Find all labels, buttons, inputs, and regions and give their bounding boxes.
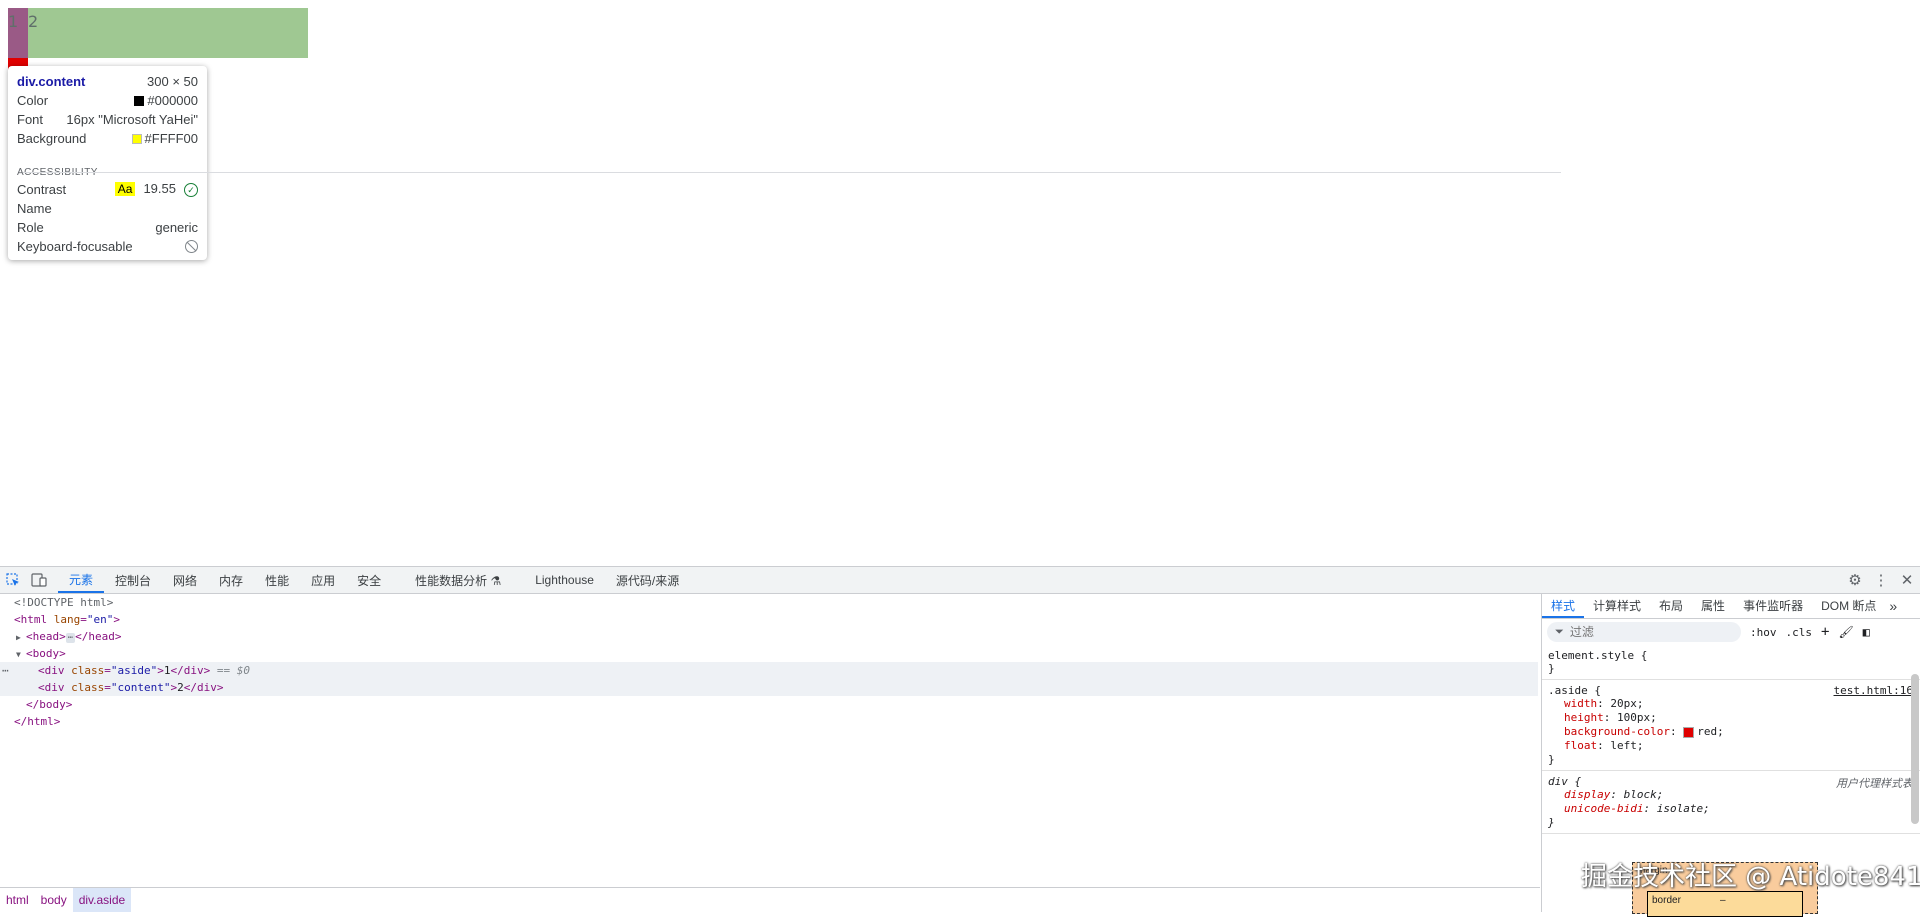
devtools-toolbar: 元素 控制台 网络 内存 性能 应用 安全 性能数据分析 ⚗ Lighthous… [0, 567, 1920, 594]
tab-console[interactable]: 控制台 [104, 567, 162, 593]
tooltip-contrast-value: 19.55 [143, 181, 176, 196]
tooltip-section-accessibility: ACCESSIBILITY [17, 166, 1561, 178]
tab-event-listeners[interactable]: 事件监听器 [1734, 594, 1812, 618]
class-toggle[interactable]: .cls [1786, 626, 1813, 639]
paint-brush-icon[interactable]: 🖌 [1838, 625, 1853, 639]
device-toolbar-icon[interactable] [26, 567, 52, 593]
tab-styles[interactable]: 样式 [1542, 594, 1585, 618]
box-model-border: border – [1647, 891, 1803, 917]
dom-aside-row[interactable]: ⋯ <div class="aside">1</div> == $0 [0, 662, 1538, 679]
elements-dom-tree: <!DOCTYPE html> <html lang="en"> ▶ <head>… [0, 594, 1540, 884]
tooltip-size: 300 × 50 [147, 73, 198, 89]
div-ua-style-rule[interactable]: div { 用户代理样式表 display: block; unicode-bi… [1542, 771, 1920, 834]
page-viewport: 1 2 div.content 300 × 50 Color #000000 F… [0, 0, 1920, 566]
css-prop-unicode-bidi: unicode-bidi: isolate; [1564, 802, 1710, 815]
css-prop-width[interactable]: width: 20px; [1548, 697, 1915, 711]
content-element[interactable] [28, 8, 308, 58]
tab-lighthouse[interactable]: Lighthouse [524, 567, 605, 593]
dom-doctype[interactable]: <!DOCTYPE html> [14, 594, 1552, 611]
css-prop-float[interactable]: float: left; [1548, 739, 1915, 753]
dom-content-row[interactable]: <div class="content">2</div> [0, 679, 1538, 696]
content-text: 2 [28, 12, 39, 31]
not-allowed-icon [185, 239, 198, 253]
tab-performance-insights[interactable]: 性能数据分析 ⚗ [404, 567, 512, 593]
filter-input[interactable] [1567, 624, 1732, 640]
tooltip-role-value: generic [155, 219, 198, 235]
breadcrumb-body[interactable]: body [35, 888, 73, 912]
tooltip-background-value: #FFFF00 [144, 130, 198, 146]
tooltip-role-label: Role [17, 219, 44, 235]
watermark: 掘金技术社区 @ Atidote841 [1581, 862, 1920, 892]
dom-body-open[interactable]: ▼ <body> [16, 645, 1554, 662]
check-icon: ✓ [184, 183, 198, 197]
expand-triangle-icon[interactable]: ▶ [16, 629, 26, 646]
css-prop-height[interactable]: height: 100px; [1548, 711, 1915, 725]
breadcrumb: html body div.aside [0, 887, 1540, 912]
filter-box: ⏷ [1547, 622, 1741, 642]
tooltip-title: div.content [17, 73, 86, 89]
tooltip-keyboard-label: Keyboard-focusable [17, 238, 133, 254]
tab-network[interactable]: 网络 [162, 567, 208, 593]
close-icon[interactable]: ✕ [1894, 567, 1920, 593]
toggle-sidebar-icon[interactable]: ◧ [1863, 625, 1870, 639]
tooltip-font-value: 16px "Microsoft YaHei" [66, 111, 198, 127]
tooltip-contrast-label: Contrast [17, 181, 67, 197]
source-link[interactable]: test.html:16 [1834, 684, 1913, 697]
tooltip-color-label: Color [17, 92, 49, 108]
tab-computed[interactable]: 计算样式 [1584, 594, 1650, 618]
more-tabs-chevron-icon[interactable]: » [1885, 594, 1901, 618]
css-prop-background-color[interactable]: background-color: red; [1548, 725, 1915, 739]
background-swatch [131, 134, 142, 145]
tab-performance[interactable]: 性能 [254, 567, 300, 593]
tab-application[interactable]: 应用 [300, 567, 346, 593]
collapse-triangle-icon[interactable]: ▼ [16, 646, 26, 663]
ellipsis-icon[interactable]: ⋯ [65, 633, 76, 643]
inspect-tooltip: div.content 300 × 50 Color #000000 Font … [8, 66, 1561, 260]
filter-funnel-icon: ⏷ [1555, 625, 1564, 638]
tab-memory[interactable]: 内存 [208, 567, 254, 593]
box-model-border-value: – [1720, 895, 1726, 906]
new-style-rule-icon[interactable]: + [1821, 624, 1829, 640]
tab-dom-breakpoints[interactable]: DOM 断点 [1812, 594, 1885, 618]
contrast-aa-badge: Aa [114, 182, 136, 196]
tab-elements[interactable]: 元素 [58, 567, 105, 593]
tooltip-name-label: Name [17, 200, 52, 216]
breadcrumb-div-aside[interactable]: div.aside [72, 888, 132, 912]
dom-body-close[interactable]: </body> [26, 696, 1564, 713]
tooltip-background-label: Background [17, 130, 87, 146]
aside-text: 1 [8, 12, 19, 31]
styles-filter-bar: ⏷ :hov .cls + 🖌 ◧ [1542, 619, 1920, 645]
breadcrumb-html[interactable]: html [0, 888, 35, 912]
color-swatch [134, 96, 145, 107]
tab-layout[interactable]: 布局 [1650, 594, 1692, 618]
styles-scrollbar[interactable] [1911, 674, 1919, 824]
row-dots-icon[interactable]: ⋯ [2, 662, 9, 679]
settings-gear-icon[interactable]: ⚙ [1842, 567, 1868, 593]
box-model-border-label: border [1652, 895, 1681, 906]
tab-properties[interactable]: 属性 [1692, 594, 1734, 618]
dom-head[interactable]: ▶ <head> ⋯ </head> [16, 628, 1554, 645]
tab-security[interactable]: 安全 [346, 567, 392, 593]
element-style-rule[interactable]: element.style { } [1542, 645, 1920, 680]
dom-html-close[interactable]: </html> [14, 713, 1552, 730]
user-agent-stylesheet-label: 用户代理样式表 [1836, 778, 1913, 790]
color-swatch-red[interactable] [1683, 726, 1695, 738]
inspect-element-icon[interactable] [0, 567, 26, 593]
tooltip-color-value: #000000 [147, 92, 198, 108]
dom-html-open[interactable]: <html lang="en"> [14, 611, 1552, 628]
tab-sources[interactable]: 源代码/来源 [605, 567, 690, 593]
hover-state-toggle[interactable]: :hov [1750, 626, 1777, 639]
tooltip-font-label: Font [17, 111, 44, 127]
aside-style-rule[interactable]: .aside { test.html:16 width: 20px; heigh… [1542, 680, 1920, 771]
more-options-icon[interactable]: ⋮ [1868, 567, 1894, 593]
styles-tabs: 样式 计算样式 布局 属性 事件监听器 DOM 断点 » [1542, 594, 1920, 619]
